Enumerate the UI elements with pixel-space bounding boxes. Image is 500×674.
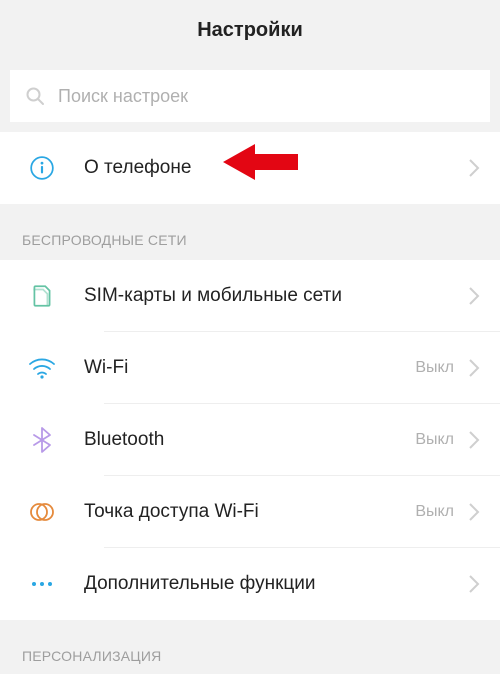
chevron-right-icon	[464, 430, 490, 450]
search-icon	[24, 86, 46, 106]
row-sim-cards[interactable]: SIM-карты и мобильные сети	[0, 260, 500, 332]
row-label: Точка доступа Wi-Fi	[84, 501, 415, 523]
row-wifi[interactable]: Wi-Fi Выкл	[0, 332, 500, 404]
sim-icon	[0, 283, 84, 309]
section-about: О телефоне	[0, 132, 500, 204]
row-label: SIM-карты и мобильные сети	[84, 285, 464, 307]
bluetooth-icon	[0, 426, 84, 454]
row-label: О телефоне	[84, 157, 464, 179]
chevron-right-icon	[464, 358, 490, 378]
info-icon	[0, 155, 84, 181]
chevron-right-icon	[464, 574, 490, 594]
search-input[interactable]	[58, 86, 476, 107]
row-status: Выкл	[415, 503, 454, 521]
row-hotspot[interactable]: Точка доступа Wi-Fi Выкл	[0, 476, 500, 548]
section-title-personalization: ПЕРСОНАЛИЗАЦИЯ	[0, 632, 500, 674]
search-bar[interactable]	[10, 70, 490, 122]
row-about-phone[interactable]: О телефоне	[0, 132, 500, 204]
hotspot-icon	[0, 501, 84, 523]
row-status: Выкл	[415, 359, 454, 377]
row-label: Bluetooth	[84, 429, 415, 451]
row-label: Wi-Fi	[84, 357, 415, 379]
wifi-icon	[0, 356, 84, 380]
search-wrap	[0, 60, 500, 132]
section-title-wireless: БЕСПРОВОДНЫЕ СЕТИ	[0, 216, 500, 260]
chevron-right-icon	[464, 158, 490, 178]
page-title: Настройки	[197, 19, 303, 42]
section-wireless: SIM-карты и мобильные сети Wi-Fi Выкл	[0, 260, 500, 620]
header: Настройки	[0, 0, 500, 60]
chevron-right-icon	[464, 502, 490, 522]
row-status: Выкл	[415, 431, 454, 449]
row-bluetooth[interactable]: Bluetooth Выкл	[0, 404, 500, 476]
chevron-right-icon	[464, 286, 490, 306]
row-label: Дополнительные функции	[84, 573, 464, 595]
more-icon	[0, 579, 84, 589]
row-more-functions[interactable]: Дополнительные функции	[0, 548, 500, 620]
